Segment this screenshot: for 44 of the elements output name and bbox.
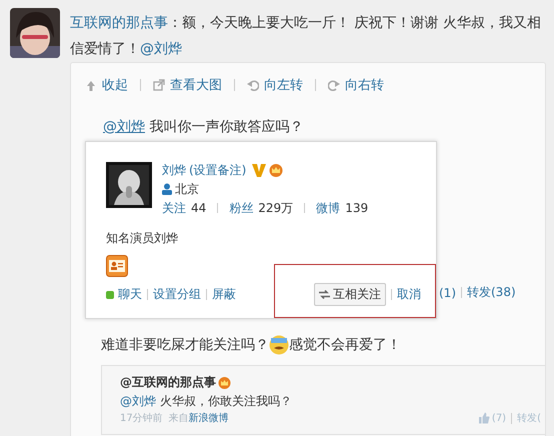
author-link[interactable]: 互联网的那点事 bbox=[70, 15, 168, 31]
location-text: 北京 bbox=[175, 180, 199, 198]
popup-action-link[interactable]: 聊天 bbox=[118, 286, 142, 303]
comment-text: 难道非要吃屎才能关注吗？ 感觉不会再爱了！ bbox=[101, 335, 402, 355]
popup-action-link[interactable]: 屏蔽 bbox=[212, 286, 236, 303]
quote-text: @刘烨 火华叔，你敢关注我吗？ bbox=[120, 393, 293, 410]
swap-arrows-icon bbox=[319, 290, 330, 299]
toolbar-link[interactable]: 查看大图 bbox=[170, 76, 222, 94]
toolbar-link[interactable]: 向右转 bbox=[345, 76, 384, 94]
post-text: 互联网的那点事：额，今天晚上要大吃一斤！ 庆祝下！谢谢 火华叔，我又相信爱情了！@刘烨 bbox=[70, 14, 542, 59]
stat-label[interactable]: 关注 bbox=[162, 200, 186, 216]
person-icon bbox=[162, 183, 172, 195]
crown-icon bbox=[218, 376, 231, 388]
stat-value: 44 bbox=[191, 201, 206, 215]
crown-icon bbox=[269, 164, 284, 176]
rotate-left-icon bbox=[247, 79, 259, 91]
stat-value: 229万 bbox=[258, 200, 294, 216]
thumbs-up-icon bbox=[478, 412, 490, 424]
mention-link[interactable]: @刘烨 bbox=[120, 394, 156, 408]
count-link[interactable]: (1) bbox=[439, 286, 456, 300]
quote-author-link[interactable]: @互联网的那点事 bbox=[120, 374, 216, 391]
stat-label[interactable]: 粉丝 bbox=[229, 200, 254, 216]
source-text: 来自新浪微博 bbox=[168, 412, 229, 425]
remark-link[interactable]: (设置备注) bbox=[189, 162, 246, 178]
external-link-icon bbox=[153, 79, 165, 91]
stat-value: 139 bbox=[345, 201, 368, 215]
toolbar-link[interactable]: 收起 bbox=[102, 76, 128, 94]
id-card-icon bbox=[106, 255, 128, 277]
mention-link[interactable]: @刘烨 bbox=[140, 41, 182, 57]
profile-name-link[interactable]: 刘烨 bbox=[162, 162, 186, 178]
stat-label[interactable]: 微博 bbox=[316, 200, 340, 216]
mention-link[interactable]: @刘烨 bbox=[103, 119, 145, 135]
caption-text: @刘烨 我叫你一声你敢答应吗？ bbox=[103, 118, 304, 137]
time-text: 17分钟前 bbox=[120, 412, 163, 425]
source-link[interactable]: 新浪微博 bbox=[188, 413, 229, 424]
follow-button[interactable]: 互相关注 bbox=[314, 283, 386, 306]
count-link[interactable]: 转发(38) bbox=[467, 284, 516, 301]
bio-text: 知名演员刘烨 bbox=[106, 230, 179, 247]
collapse-icon bbox=[85, 79, 97, 91]
toolbar-link[interactable]: 向左转 bbox=[264, 76, 303, 94]
popup-action-link[interactable]: 设置分组 bbox=[153, 286, 201, 303]
cancel-link[interactable]: 取消 bbox=[397, 286, 421, 303]
sad-emoji-icon bbox=[269, 335, 289, 355]
rotate-right-icon bbox=[328, 79, 340, 91]
